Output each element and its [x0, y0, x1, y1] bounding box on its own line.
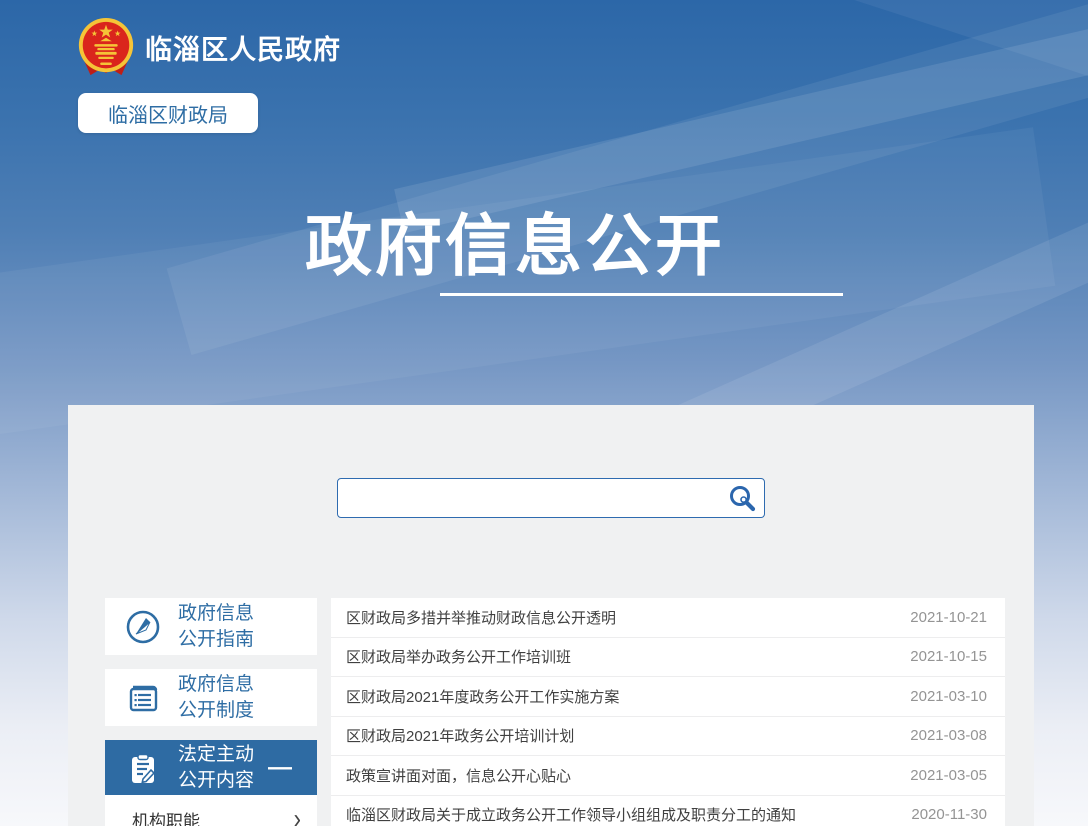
search-button[interactable] [724, 482, 760, 514]
title-underline [440, 293, 843, 296]
site-logo[interactable]: 临淄区人民政府 [75, 15, 341, 79]
collapse-minus-icon[interactable]: — [268, 754, 292, 782]
label-line2: 公开指南 [178, 628, 255, 650]
national-emblem-icon [78, 17, 134, 76]
sidebar-item-label: 政府信息 公开制度 [178, 672, 254, 724]
search-box [337, 478, 765, 518]
clipboard-pencil-icon [125, 749, 161, 787]
news-row[interactable]: 区财政局2021年政务公开培训计划 2021-03-08 [331, 717, 1005, 756]
news-date: 2021-03-10 [910, 687, 987, 705]
news-date: 2021-03-08 [910, 727, 987, 745]
label-line1: 法定主动 [178, 743, 255, 765]
subitem-label: 机构职能 [132, 811, 200, 826]
sidebar-item-statutory-disclosure[interactable]: 法定主动 公开内容 — [105, 740, 317, 795]
page: 临淄区人民政府 临淄区财政局 政府信息公开 政府信息 公开指南 政府信息 公开制… [0, 0, 1088, 826]
sidebar: 政府信息 公开指南 政府信息 公开制度 法定主动 公开内容 — 机构职能 › [105, 598, 317, 826]
search-input[interactable] [338, 479, 724, 517]
sidebar-item-disclosure-guide[interactable]: 政府信息 公开指南 [105, 598, 317, 655]
news-title[interactable]: 区财政局2021年度政务公开工作实施方案 [346, 686, 619, 707]
news-title[interactable]: 区财政局2021年政务公开培训计划 [346, 725, 574, 746]
news-title[interactable]: 区财政局举办政务公开工作培训班 [346, 646, 571, 667]
bg-decoration-streak [0, 127, 1056, 453]
news-row[interactable]: 区财政局2021年度政务公开工作实施方案 2021-03-10 [331, 677, 1005, 717]
news-date: 2020-11-30 [911, 806, 987, 824]
news-date: 2021-10-21 [910, 608, 987, 626]
department-tab-button[interactable]: 临淄区财政局 [78, 93, 258, 133]
label-line2: 公开内容 [178, 769, 255, 791]
book-icon [125, 679, 161, 717]
news-row[interactable]: 区财政局多措并举推动财政信息公开透明 2021-10-21 [331, 598, 1005, 638]
news-title[interactable]: 政策宣讲面对面，信息公开心贴心 [346, 765, 571, 786]
sidebar-item-disclosure-system[interactable]: 政府信息 公开制度 [105, 669, 317, 726]
label-line2: 公开制度 [178, 699, 255, 721]
page-title: 政府信息公开 [305, 209, 725, 284]
sidebar-item-label: 政府信息 公开指南 [178, 601, 254, 653]
sidebar-subitem-agency-functions[interactable]: 机构职能 › [105, 795, 317, 826]
label-line1: 政府信息 [178, 602, 255, 624]
news-date: 2021-03-05 [910, 766, 987, 784]
compass-icon [125, 608, 161, 646]
news-row[interactable]: 政策宣讲面对面，信息公开心贴心 2021-03-05 [331, 756, 1005, 796]
news-list: 区财政局多措并举推动财政信息公开透明 2021-10-21 区财政局举办政务公开… [331, 598, 1005, 826]
content-panel: 政府信息 公开指南 政府信息 公开制度 法定主动 公开内容 — 机构职能 › 区… [68, 405, 1034, 826]
chevron-right-icon: › [293, 802, 301, 826]
news-date: 2021-10-15 [910, 648, 987, 666]
label-line1: 政府信息 [178, 673, 255, 695]
news-title[interactable]: 临淄区财政局关于成立政务公开工作领导小组组成及职责分工的通知 [346, 804, 796, 825]
sidebar-item-label: 法定主动 公开内容 [178, 742, 254, 794]
news-title[interactable]: 区财政局多措并举推动财政信息公开透明 [346, 607, 616, 628]
news-row[interactable]: 区财政局举办政务公开工作培训班 2021-10-15 [331, 638, 1005, 677]
search-icon [730, 486, 756, 512]
site-name: 临淄区人民政府 [145, 34, 341, 65]
news-row[interactable]: 临淄区财政局关于成立政务公开工作领导小组组成及职责分工的通知 2020-11-3… [331, 796, 1005, 826]
